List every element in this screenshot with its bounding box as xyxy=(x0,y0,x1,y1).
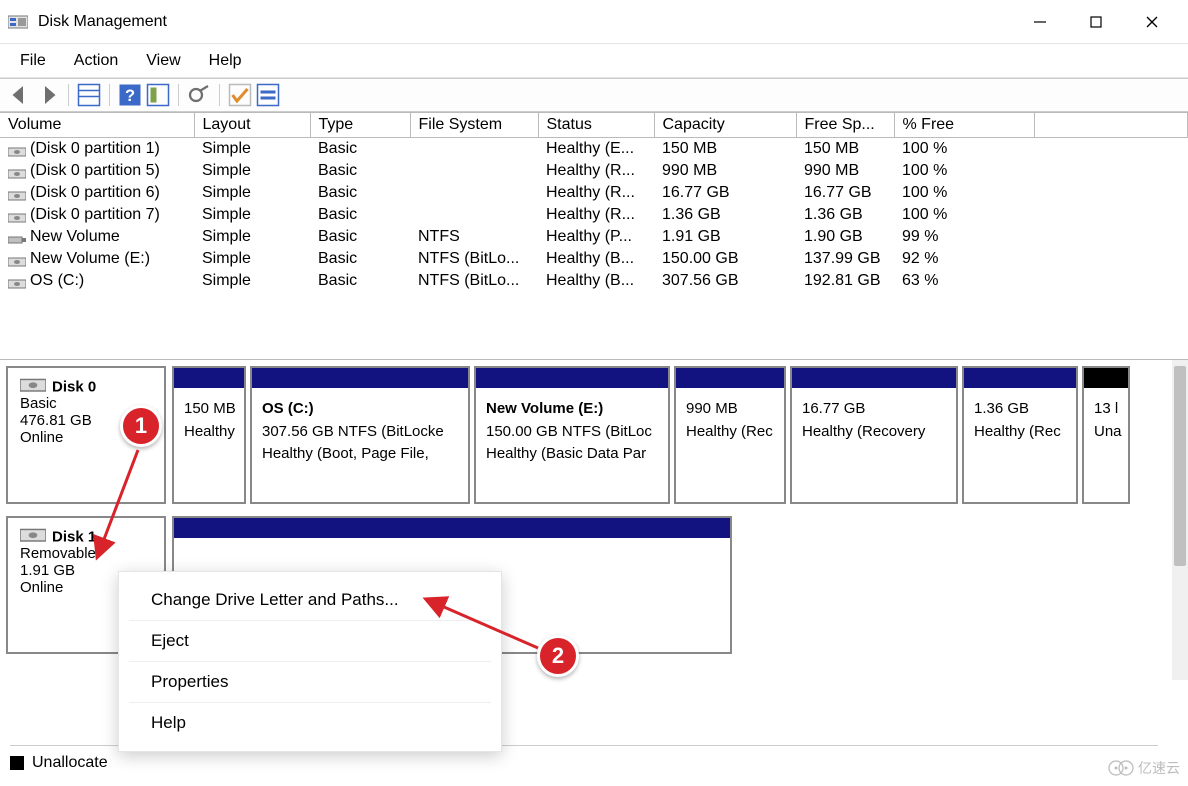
menu-file[interactable]: File xyxy=(8,48,58,74)
refresh-icon[interactable] xyxy=(187,83,211,107)
column-header-spacer xyxy=(1034,113,1188,138)
volume-header-row: VolumeLayoutTypeFile SystemStatusCapacit… xyxy=(0,113,1188,138)
watermark: 亿速云 xyxy=(1108,758,1180,778)
partition[interactable]: 990 MBHealthy (Rec xyxy=(674,366,786,504)
volume-row[interactable]: New Volume (E:)SimpleBasicNTFS (BitLo...… xyxy=(0,248,1188,270)
partition[interactable]: 150 MBHealthy xyxy=(172,366,246,504)
column-header[interactable]: % Free xyxy=(894,113,1034,138)
partition[interactable]: OS (C:)307.56 GB NTFS (BitLockeHealthy (… xyxy=(250,366,470,504)
context-menu-item[interactable]: Change Drive Letter and Paths... xyxy=(129,580,491,621)
volume-icon xyxy=(8,254,26,264)
context-menu-item[interactable]: Help xyxy=(129,703,491,743)
help-icon[interactable]: ? xyxy=(118,83,142,107)
column-header[interactable]: Capacity xyxy=(654,113,796,138)
partition[interactable]: 1.36 GBHealthy (Rec xyxy=(962,366,1078,504)
menu-help[interactable]: Help xyxy=(197,48,254,74)
view-list-icon[interactable] xyxy=(77,83,101,107)
volume-icon xyxy=(8,188,26,198)
column-header[interactable]: Free Sp... xyxy=(796,113,894,138)
volume-icon xyxy=(8,232,26,242)
volume-row[interactable]: (Disk 0 partition 6)SimpleBasicHealthy (… xyxy=(0,182,1188,204)
legend-swatch-icon xyxy=(10,756,24,770)
disk-row: Disk 0Basic476.81 GBOnline150 MBHealthyO… xyxy=(0,360,1168,510)
context-menu-item[interactable]: Eject xyxy=(129,621,491,662)
commit-icon[interactable] xyxy=(228,83,252,107)
volume-table: VolumeLayoutTypeFile SystemStatusCapacit… xyxy=(0,112,1188,292)
volume-list[interactable]: VolumeLayoutTypeFile SystemStatusCapacit… xyxy=(0,112,1188,360)
window-controls xyxy=(1012,2,1180,42)
volume-row[interactable]: OS (C:)SimpleBasicNTFS (BitLo...Healthy … xyxy=(0,270,1188,292)
back-icon[interactable] xyxy=(8,83,32,107)
volume-icon xyxy=(8,210,26,220)
maximize-button[interactable] xyxy=(1068,2,1124,42)
svg-text:?: ? xyxy=(125,87,135,105)
disk-icon xyxy=(20,378,46,392)
volume-row[interactable]: (Disk 0 partition 1)SimpleBasicHealthy (… xyxy=(0,138,1188,161)
column-header[interactable]: Type xyxy=(310,113,410,138)
partition[interactable]: 16.77 GBHealthy (Recovery xyxy=(790,366,958,504)
toolbar: ? xyxy=(0,78,1188,112)
column-header[interactable]: File System xyxy=(410,113,538,138)
disk-management-icon xyxy=(8,14,28,30)
menu-view[interactable]: View xyxy=(134,48,192,74)
volume-row[interactable]: (Disk 0 partition 5)SimpleBasicHealthy (… xyxy=(0,160,1188,182)
column-header[interactable]: Status xyxy=(538,113,654,138)
menubar: File Action View Help xyxy=(0,44,1188,78)
annotation-badge: 2 xyxy=(537,635,579,677)
settings-icon[interactable] xyxy=(256,83,280,107)
titlebar: Disk Management xyxy=(0,0,1188,44)
column-header[interactable]: Volume xyxy=(0,113,194,138)
volume-icon xyxy=(8,144,26,154)
column-header[interactable]: Layout xyxy=(194,113,310,138)
menu-action[interactable]: Action xyxy=(62,48,130,74)
volume-icon xyxy=(8,166,26,176)
partition[interactable]: 13 lUna xyxy=(1082,366,1130,504)
disk-icon xyxy=(20,528,46,542)
annotation-badge: 1 xyxy=(120,405,162,447)
window-title: Disk Management xyxy=(38,13,1012,31)
context-menu-item[interactable]: Properties xyxy=(129,662,491,703)
vertical-scrollbar[interactable] xyxy=(1172,360,1188,680)
context-menu: Change Drive Letter and Paths...EjectPro… xyxy=(118,571,502,752)
volume-row[interactable]: (Disk 0 partition 7)SimpleBasicHealthy (… xyxy=(0,204,1188,226)
forward-icon[interactable] xyxy=(36,83,60,107)
partition[interactable]: New Volume (E:)150.00 GB NTFS (BitLocHea… xyxy=(474,366,670,504)
close-button[interactable] xyxy=(1124,2,1180,42)
volume-row[interactable]: New VolumeSimpleBasicNTFSHealthy (P...1.… xyxy=(0,226,1188,248)
view-detail-icon[interactable] xyxy=(146,83,170,107)
volume-icon xyxy=(8,276,26,286)
legend-label: Unallocate xyxy=(32,754,108,772)
minimize-button[interactable] xyxy=(1012,2,1068,42)
